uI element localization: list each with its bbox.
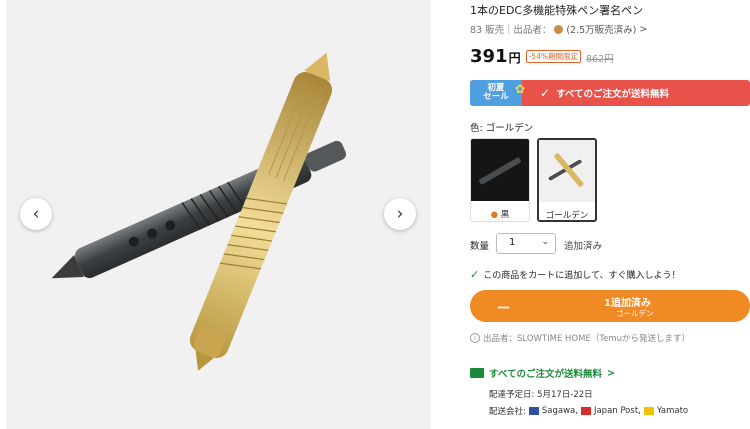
yamato-icon [643, 407, 654, 415]
gallery-next-button[interactable]: › [384, 198, 416, 230]
color-option-label: ゴールデン [545, 211, 589, 221]
discount-badge: -54%期間限定 [525, 50, 581, 63]
carriers-label: 配送会社: [489, 407, 526, 417]
promo-tag: 初夏 セール ✿ [470, 80, 525, 106]
info-icon: i [470, 333, 480, 343]
carrier-yamato: Yamato [656, 406, 689, 416]
product-title: 1本のEDC多機能特殊ペン署名ペン [470, 4, 644, 17]
sagawa-icon [528, 407, 539, 415]
product-panel: 1本のEDC多機能特殊ペン署名ペン 83 販売 | 出品者： (2.5万販売済み… [470, 0, 750, 429]
chevron-right-icon: › [396, 204, 404, 224]
product-gallery: ‹ › [6, 0, 431, 429]
sold-count: 83 販売 [470, 25, 505, 36]
seller-avatar[interactable] [554, 24, 564, 34]
carrier-japan-post: Japan Post, [593, 406, 641, 416]
gallery-prev-button[interactable]: ‹ [20, 198, 52, 230]
color-option-golden[interactable]: ゴールデン [537, 138, 597, 222]
chevron-left-icon: ‹ [32, 204, 40, 224]
color-option-label: ● 黒 [490, 210, 510, 220]
chevron-right-icon: > [606, 367, 615, 379]
old-price: 862円 [585, 54, 614, 65]
chevron-right-icon[interactable]: > [639, 24, 647, 35]
seller-label: 出品者： [513, 25, 552, 36]
price-row: 391 円 -54%期間限定 862円 [470, 46, 614, 67]
black-pen-thumbnail [471, 139, 529, 201]
quantity-value: 1 [509, 237, 516, 248]
product-meta: 83 販売 | 出品者： (2.5万販売済み) > [470, 22, 647, 37]
price-unit: 円 [508, 51, 521, 65]
cart-button-variant: ゴールデン [616, 309, 654, 318]
product-image [51, 52, 347, 371]
gold-pen-thumbnail [539, 140, 595, 202]
add-to-cart-button[interactable]: － 1追加済み ゴールデン [470, 290, 750, 322]
check-icon: ✓ [470, 268, 480, 281]
carrier-sagawa: Sagawa, [541, 406, 578, 416]
japan-post-icon [580, 407, 591, 415]
promo-text: すべてのご注文が送料無料 [556, 89, 670, 100]
decrease-quantity-button[interactable]: － [496, 297, 511, 318]
seller-sold-count[interactable]: (2.5万販売済み) [566, 22, 636, 36]
cart-button-label: 1追加済み [604, 298, 651, 309]
added-label: 追加済み [564, 241, 603, 252]
current-price: 391 [470, 46, 508, 67]
seller-info[interactable]: i 出品者：SLOWTIME HOME（Temuから発送します） [470, 332, 690, 344]
quantity-label: 数量 [470, 241, 490, 252]
chevron-down-icon: ⌄ [541, 237, 549, 247]
shipping-eta: 配達予定日: 5月17日-22日 [489, 390, 593, 400]
truck-icon [470, 368, 484, 378]
drop-icon: ● [490, 210, 499, 220]
flower-icon: ✿ [514, 82, 525, 96]
promo-banner[interactable]: 初夏 セール ✿ ✓ すべてのご注文が送料無料 [470, 80, 750, 106]
color-option-black[interactable]: ● 黒 [470, 138, 530, 222]
cart-message: ✓ この商品をカートに追加して、すぐ購入しよう！ [470, 268, 681, 281]
quantity-select[interactable]: 1 ⌄ [496, 233, 556, 254]
meta-divider: | [507, 23, 511, 35]
shipping-carriers: 配送会社: Sagawa, Japan Post, Yamato [489, 405, 688, 417]
shipping-title[interactable]: すべてのご注文が送料無料 > [470, 366, 615, 380]
check-icon: ✓ [540, 86, 551, 100]
color-label: 色: ゴールデン [470, 123, 534, 134]
